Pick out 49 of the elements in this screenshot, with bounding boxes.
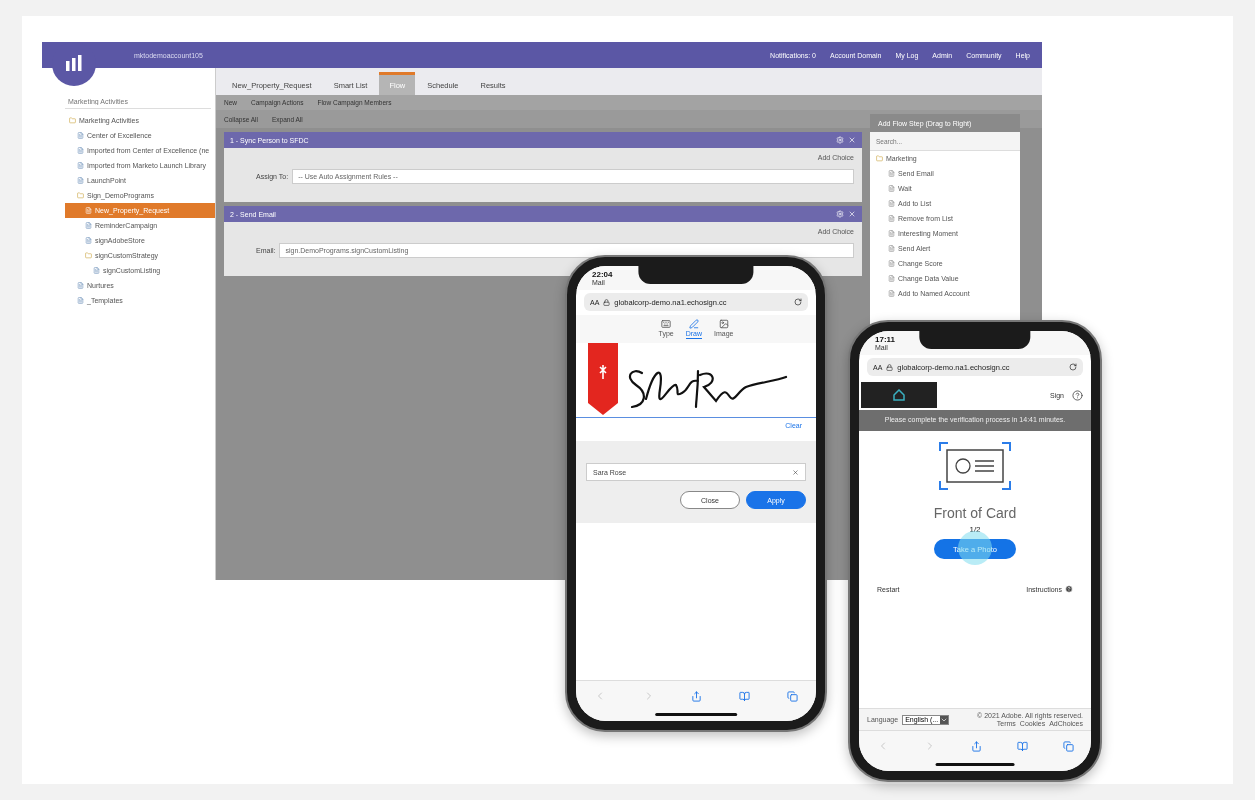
settings-icon[interactable]: [836, 210, 844, 218]
clear-icon[interactable]: [792, 468, 799, 476]
file-icon: [85, 207, 92, 214]
help-icon: [1065, 585, 1073, 593]
file-icon: [77, 177, 84, 184]
step-icon: [888, 200, 895, 207]
help-icon[interactable]: [1072, 389, 1083, 401]
reload-icon[interactable]: [1069, 363, 1077, 371]
step-icon: [888, 185, 895, 192]
pen-icon: [688, 319, 699, 329]
tabs-icon[interactable]: [786, 690, 798, 702]
file-icon: [85, 237, 92, 244]
folder-icon: [77, 192, 84, 199]
bookmarks-icon[interactable]: [739, 690, 751, 702]
step-icon: [888, 215, 895, 222]
status-time: 22:04: [592, 270, 613, 279]
status-time: 17:11: [875, 335, 896, 344]
step-icon: [888, 245, 895, 252]
step-icon: [888, 260, 895, 267]
file-icon: [77, 297, 84, 304]
tabs-icon[interactable]: [1062, 740, 1074, 752]
logo-icon: [861, 382, 937, 408]
folder-icon: [876, 155, 883, 162]
file-icon: [77, 162, 84, 169]
folder-icon: [69, 117, 76, 124]
folder-icon: [85, 252, 92, 259]
lock-icon: [886, 363, 894, 371]
file-icon: [85, 222, 92, 229]
id-card-icon: [938, 440, 1012, 491]
file-icon: [77, 282, 84, 289]
card-title: Front of Card: [933, 504, 1017, 521]
step-counter: 1/2: [969, 524, 981, 534]
keyboard-icon: [661, 319, 672, 329]
share-icon[interactable]: [691, 690, 703, 702]
settings-icon[interactable]: [836, 136, 844, 144]
lock-icon: [603, 298, 611, 306]
step-icon: [888, 290, 895, 297]
file-icon: [77, 147, 84, 154]
share-icon[interactable]: [970, 740, 982, 752]
file-icon: [93, 267, 100, 274]
bookmarks-icon[interactable]: [1016, 740, 1028, 752]
step-icon: [888, 170, 895, 177]
image-icon: [718, 319, 729, 329]
step-icon: [888, 230, 895, 237]
close-icon[interactable]: [848, 210, 856, 218]
reload-icon[interactable]: [794, 298, 802, 306]
close-icon[interactable]: [848, 136, 856, 144]
file-icon: [77, 132, 84, 139]
step-icon: [888, 275, 895, 282]
